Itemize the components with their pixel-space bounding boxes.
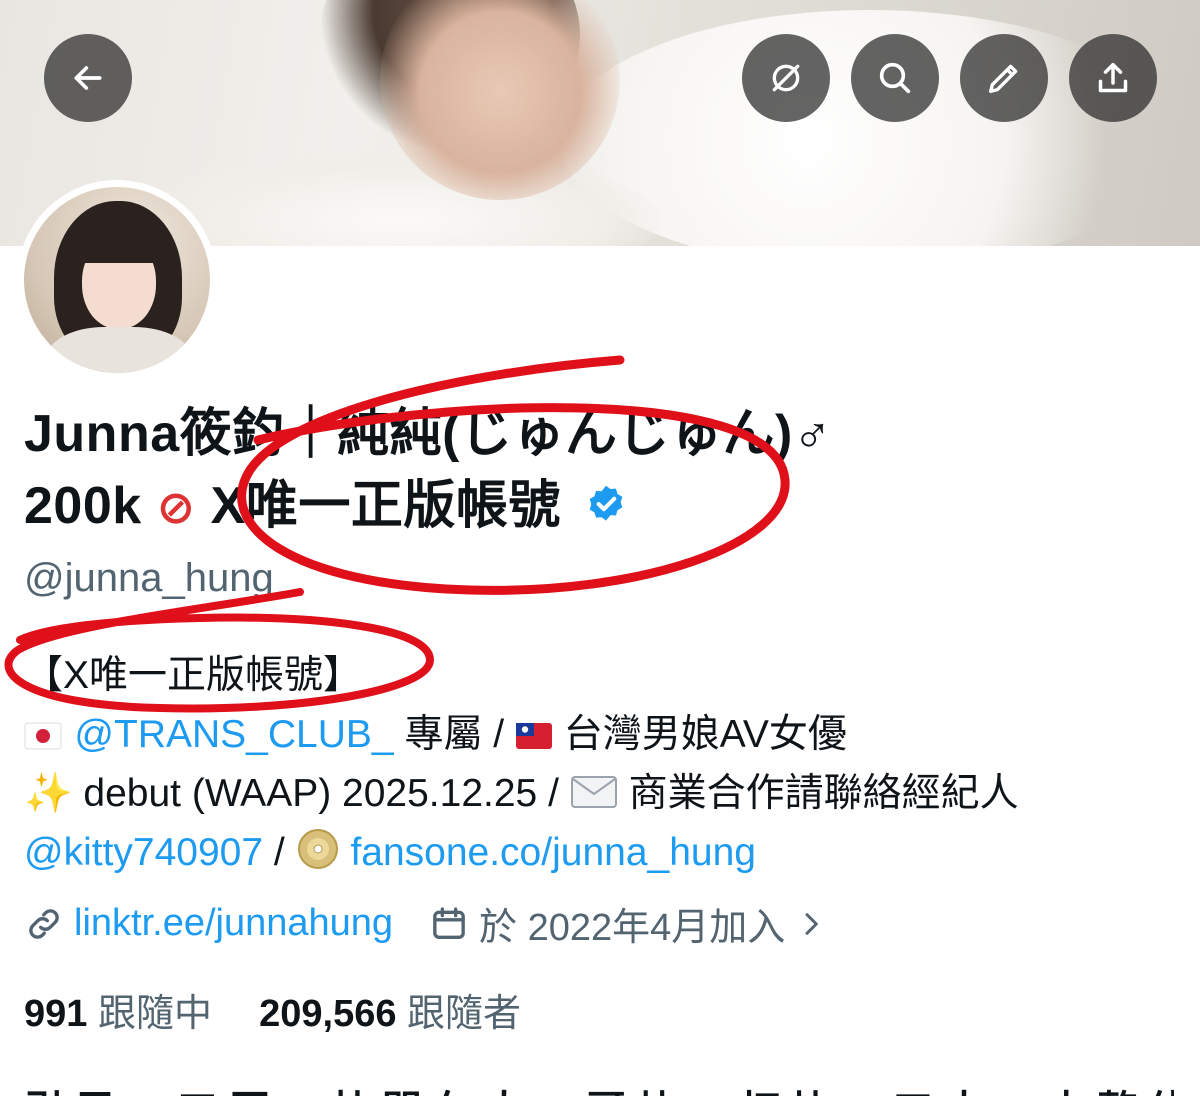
dvd-icon <box>296 829 351 874</box>
avatar-image <box>24 187 210 373</box>
website-item[interactable]: linktr.ee/junnahung <box>24 902 393 945</box>
no-entry-emoji-icon: ⊘ <box>156 480 196 534</box>
back-button[interactable] <box>44 34 132 122</box>
display-name-line1: Junna筱鈞｜純純(じゅんじゅん)♂ <box>24 405 833 463</box>
following-count: 991 <box>24 993 88 1035</box>
profile-meta: linktr.ee/junnahung 於 2022年4月加入 <box>24 896 827 951</box>
joined-date: 於 2022年4月加入 <box>479 907 786 949</box>
link-icon <box>29 908 59 939</box>
avatar-bangs <box>76 223 162 263</box>
envelope-icon <box>570 772 629 815</box>
chevron-right-icon[interactable] <box>795 908 827 940</box>
display-name-line2: 200k ⊘ X唯一正版帳號 <box>24 470 1184 543</box>
bio-line-2: @TRANS_CLUB_ 專屬 / 台灣男娘AV女優 <box>24 705 1184 764</box>
mention-kitty[interactable]: @kitty740907 <box>24 831 263 874</box>
grok-button[interactable] <box>742 34 830 122</box>
bio-line-4: @kitty740907 / fansone.co/junna_hung <box>24 823 1184 882</box>
search-button[interactable] <box>851 34 939 122</box>
display-name: Junna筱鈞｜純純(じゅんじゅん)♂ 200k ⊘ X唯一正版帳號 <box>24 398 1184 543</box>
search-icon <box>879 62 911 94</box>
verified-badge-icon[interactable] <box>584 483 628 527</box>
followers-count: 209,566 <box>259 993 397 1035</box>
display-name-official: X唯一正版帳號 <box>210 477 561 535</box>
following-label: 跟隨中 <box>97 993 212 1035</box>
bio-business-text: 商業合作請聯絡經紀人 <box>628 772 1019 815</box>
bio-debut-text: debut (WAAP) 2025.12.25 / <box>83 772 570 815</box>
cutoff-text: 引 亏 一 工 压 一 杜 閃 久 大 一 哥 块 一 打 块 一 工 大 一 … <box>24 1078 1174 1096</box>
taiwan-flag-icon <box>515 713 564 756</box>
follow-stats: 991 跟隨中 209,566 跟隨者 <box>24 982 521 1037</box>
share-button[interactable] <box>1069 34 1157 122</box>
fansone-link[interactable]: fansone.co/junna_hung <box>350 831 756 874</box>
bio-line-3: ✨ debut (WAAP) 2025.12.25 / 商業合作請聯絡經紀人 <box>24 764 1184 823</box>
japan-flag-icon <box>24 712 74 757</box>
username-handle: @junna_hung <box>24 556 274 600</box>
arrow-left-icon <box>74 66 102 90</box>
bio-separator: / <box>273 831 296 874</box>
joined-item[interactable]: 於 2022年4月加入 <box>429 896 827 951</box>
avatar[interactable] <box>17 180 217 380</box>
bio-actress-text: 台灣男娘AV女優 <box>563 713 847 756</box>
website-link[interactable]: linktr.ee/junnahung <box>74 902 393 945</box>
share-icon <box>1098 62 1128 93</box>
edit-button[interactable] <box>960 34 1048 122</box>
following-stat[interactable]: 991 跟隨中 <box>24 993 212 1035</box>
avatar-body <box>46 327 192 373</box>
display-name-count: 200k <box>24 477 142 535</box>
followers-label: 跟隨者 <box>407 993 522 1035</box>
profile-bio: 【X唯一正版帳號】 @TRANS_CLUB_ 專屬 / 台灣男娘AV女優 ✨ d… <box>24 646 1184 882</box>
calendar-icon <box>433 906 465 939</box>
slash-circle-icon <box>772 64 800 92</box>
bio-exclusive-text: 專屬 / <box>404 713 515 756</box>
pencil-icon <box>989 64 1018 94</box>
sparkles-icon: ✨ <box>24 771 73 816</box>
followers-stat[interactable]: 209,566 跟隨者 <box>259 993 521 1035</box>
bio-line-1: 【X唯一正版帳號】 <box>24 654 363 697</box>
mention-trans-club[interactable]: @TRANS_CLUB_ <box>74 713 393 756</box>
